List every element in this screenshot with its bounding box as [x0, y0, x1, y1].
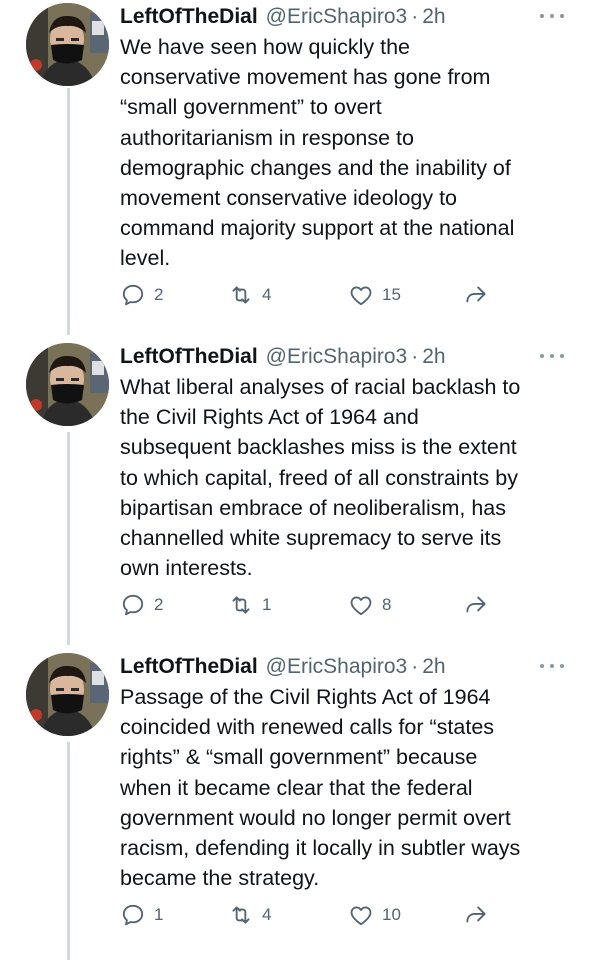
more-options-icon[interactable]	[540, 659, 564, 673]
author-name[interactable]: LeftOfTheDial	[120, 655, 258, 679]
reply-icon	[122, 904, 144, 926]
reply-count: 1	[154, 905, 164, 924]
like-count: 10	[382, 905, 401, 924]
share-button[interactable]	[463, 900, 489, 930]
tweet-text: Passage of the Civil Rights Act of 1964 …	[120, 685, 521, 891]
more-options-icon[interactable]	[540, 9, 564, 23]
heart-icon	[350, 286, 372, 306]
reply-count: 2	[154, 595, 164, 614]
timestamp[interactable]: 2h	[422, 5, 445, 29]
reply-icon	[122, 594, 144, 616]
author-handle[interactable]: @EricShapiro3	[266, 5, 408, 29]
retweet-icon	[232, 286, 250, 304]
reply-button[interactable]: 2	[120, 280, 163, 310]
tweet-actions: 2 4 15	[120, 280, 590, 310]
tweet-header: LeftOfTheDial @EricShapiro3 · 2h	[120, 342, 446, 372]
separator: ·	[411, 345, 419, 368]
tweet-actions: 2 1 8	[120, 590, 590, 620]
separator: ·	[411, 5, 419, 28]
retweet-icon	[232, 906, 250, 924]
share-button[interactable]	[463, 590, 489, 620]
share-icon	[466, 906, 486, 923]
timestamp[interactable]: 2h	[422, 655, 445, 679]
tweet-text: What liberal analyses of racial backlash…	[120, 375, 521, 581]
reply-button[interactable]: 2	[120, 590, 163, 620]
thread-connector-line	[67, 742, 70, 960]
avatar[interactable]	[26, 3, 109, 86]
avatar[interactable]	[26, 653, 109, 736]
reply-button[interactable]: 1	[120, 900, 163, 930]
avatar[interactable]	[26, 343, 109, 426]
author-name[interactable]: LeftOfTheDial	[120, 345, 258, 369]
avatar-image	[26, 653, 109, 736]
retweet-count: 4	[262, 905, 272, 924]
share-button[interactable]	[463, 280, 489, 310]
more-options-icon[interactable]	[540, 349, 564, 363]
heart-icon	[350, 596, 372, 616]
share-icon	[466, 596, 486, 613]
avatar-image	[26, 343, 109, 426]
timestamp[interactable]: 2h	[422, 345, 445, 369]
thread-connector-line	[67, 432, 70, 645]
author-handle[interactable]: @EricShapiro3	[266, 655, 408, 679]
tweet-header: LeftOfTheDial @EricShapiro3 · 2h	[120, 652, 446, 682]
retweet-count: 4	[262, 285, 272, 304]
like-count: 8	[382, 595, 392, 614]
author-name[interactable]: LeftOfTheDial	[120, 5, 258, 29]
like-button[interactable]: 10	[348, 900, 401, 930]
retweet-icon	[232, 596, 250, 614]
separator: ·	[411, 655, 419, 678]
retweet-button[interactable]: 1	[228, 590, 271, 620]
tweet-text: We have seen how quickly the conservativ…	[120, 35, 515, 271]
tweet-header: LeftOfTheDial @EricShapiro3 · 2h	[120, 2, 446, 32]
reply-count: 2	[154, 285, 164, 304]
like-button[interactable]: 8	[348, 590, 391, 620]
like-count: 15	[382, 285, 401, 304]
heart-icon	[350, 906, 372, 926]
like-button[interactable]: 15	[348, 280, 401, 310]
avatar-image	[26, 3, 109, 86]
tweet-actions: 1 4 10	[120, 900, 590, 930]
reply-icon	[122, 284, 144, 306]
retweet-button[interactable]: 4	[228, 280, 271, 310]
retweet-count: 1	[262, 595, 272, 614]
thread-connector-line	[67, 88, 70, 335]
author-handle[interactable]: @EricShapiro3	[266, 345, 408, 369]
retweet-button[interactable]: 4	[228, 900, 271, 930]
share-icon	[466, 286, 486, 303]
